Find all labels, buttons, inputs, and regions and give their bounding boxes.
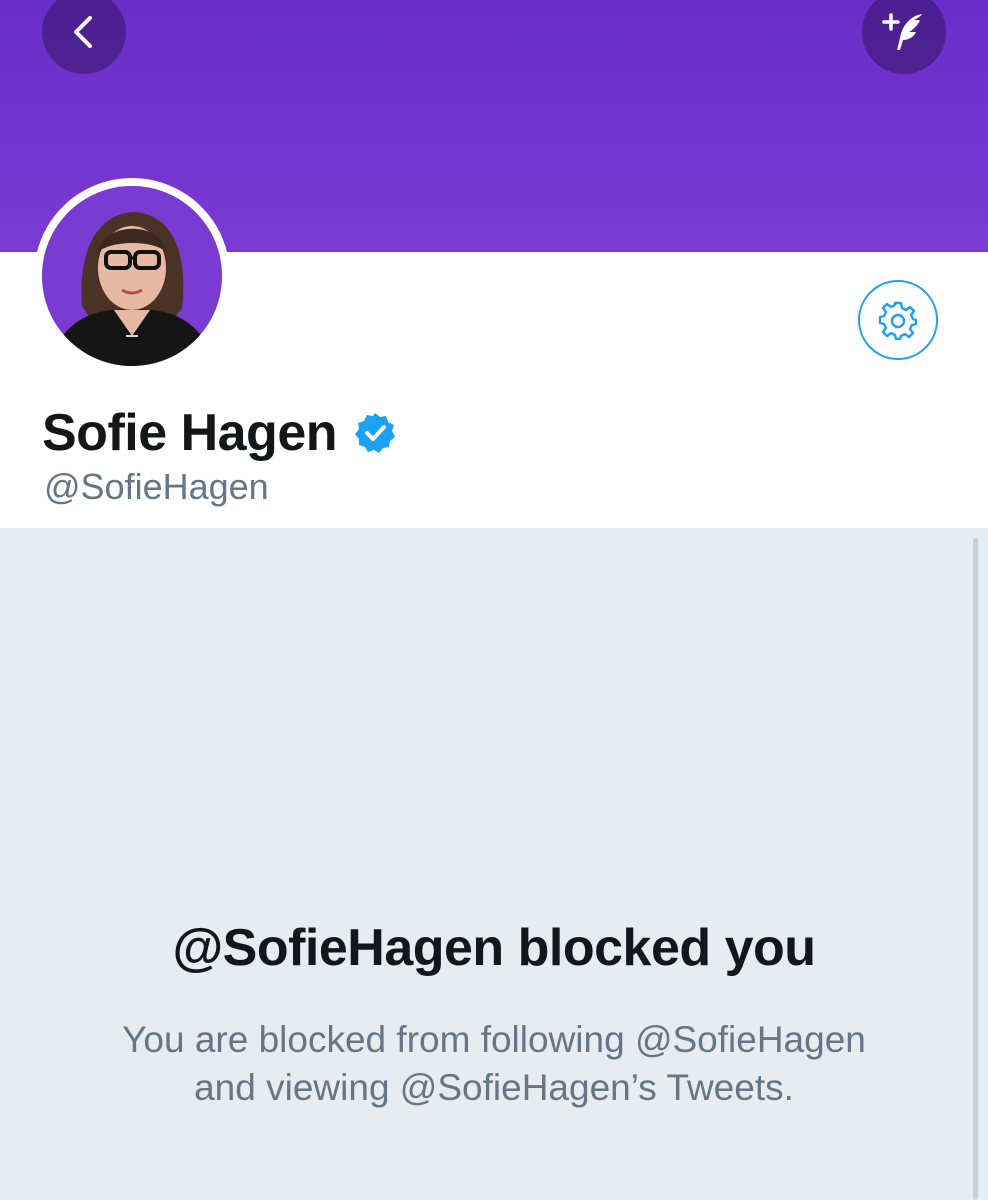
compose-feather-icon xyxy=(882,13,922,50)
chevron-left-icon xyxy=(74,16,92,48)
settings-button[interactable] xyxy=(858,280,938,360)
avatar[interactable] xyxy=(42,186,222,366)
name-row: Sofie Hagen xyxy=(42,398,397,468)
avatar-photo xyxy=(42,186,222,366)
blocked-title: @SofieHagen blocked you xyxy=(172,919,816,977)
scrollbar[interactable] xyxy=(973,538,978,1200)
blocked-description: You are blocked from following @SofieHag… xyxy=(122,1019,866,1108)
display-name: Sofie Hagen xyxy=(42,404,338,462)
gear-icon xyxy=(878,301,918,340)
profile-page: Sofie Hagen @SofieHagen @SofieHagen bloc… xyxy=(0,0,988,1200)
user-handle: @SofieHagen xyxy=(44,466,269,507)
verified-badge-icon xyxy=(353,411,397,455)
